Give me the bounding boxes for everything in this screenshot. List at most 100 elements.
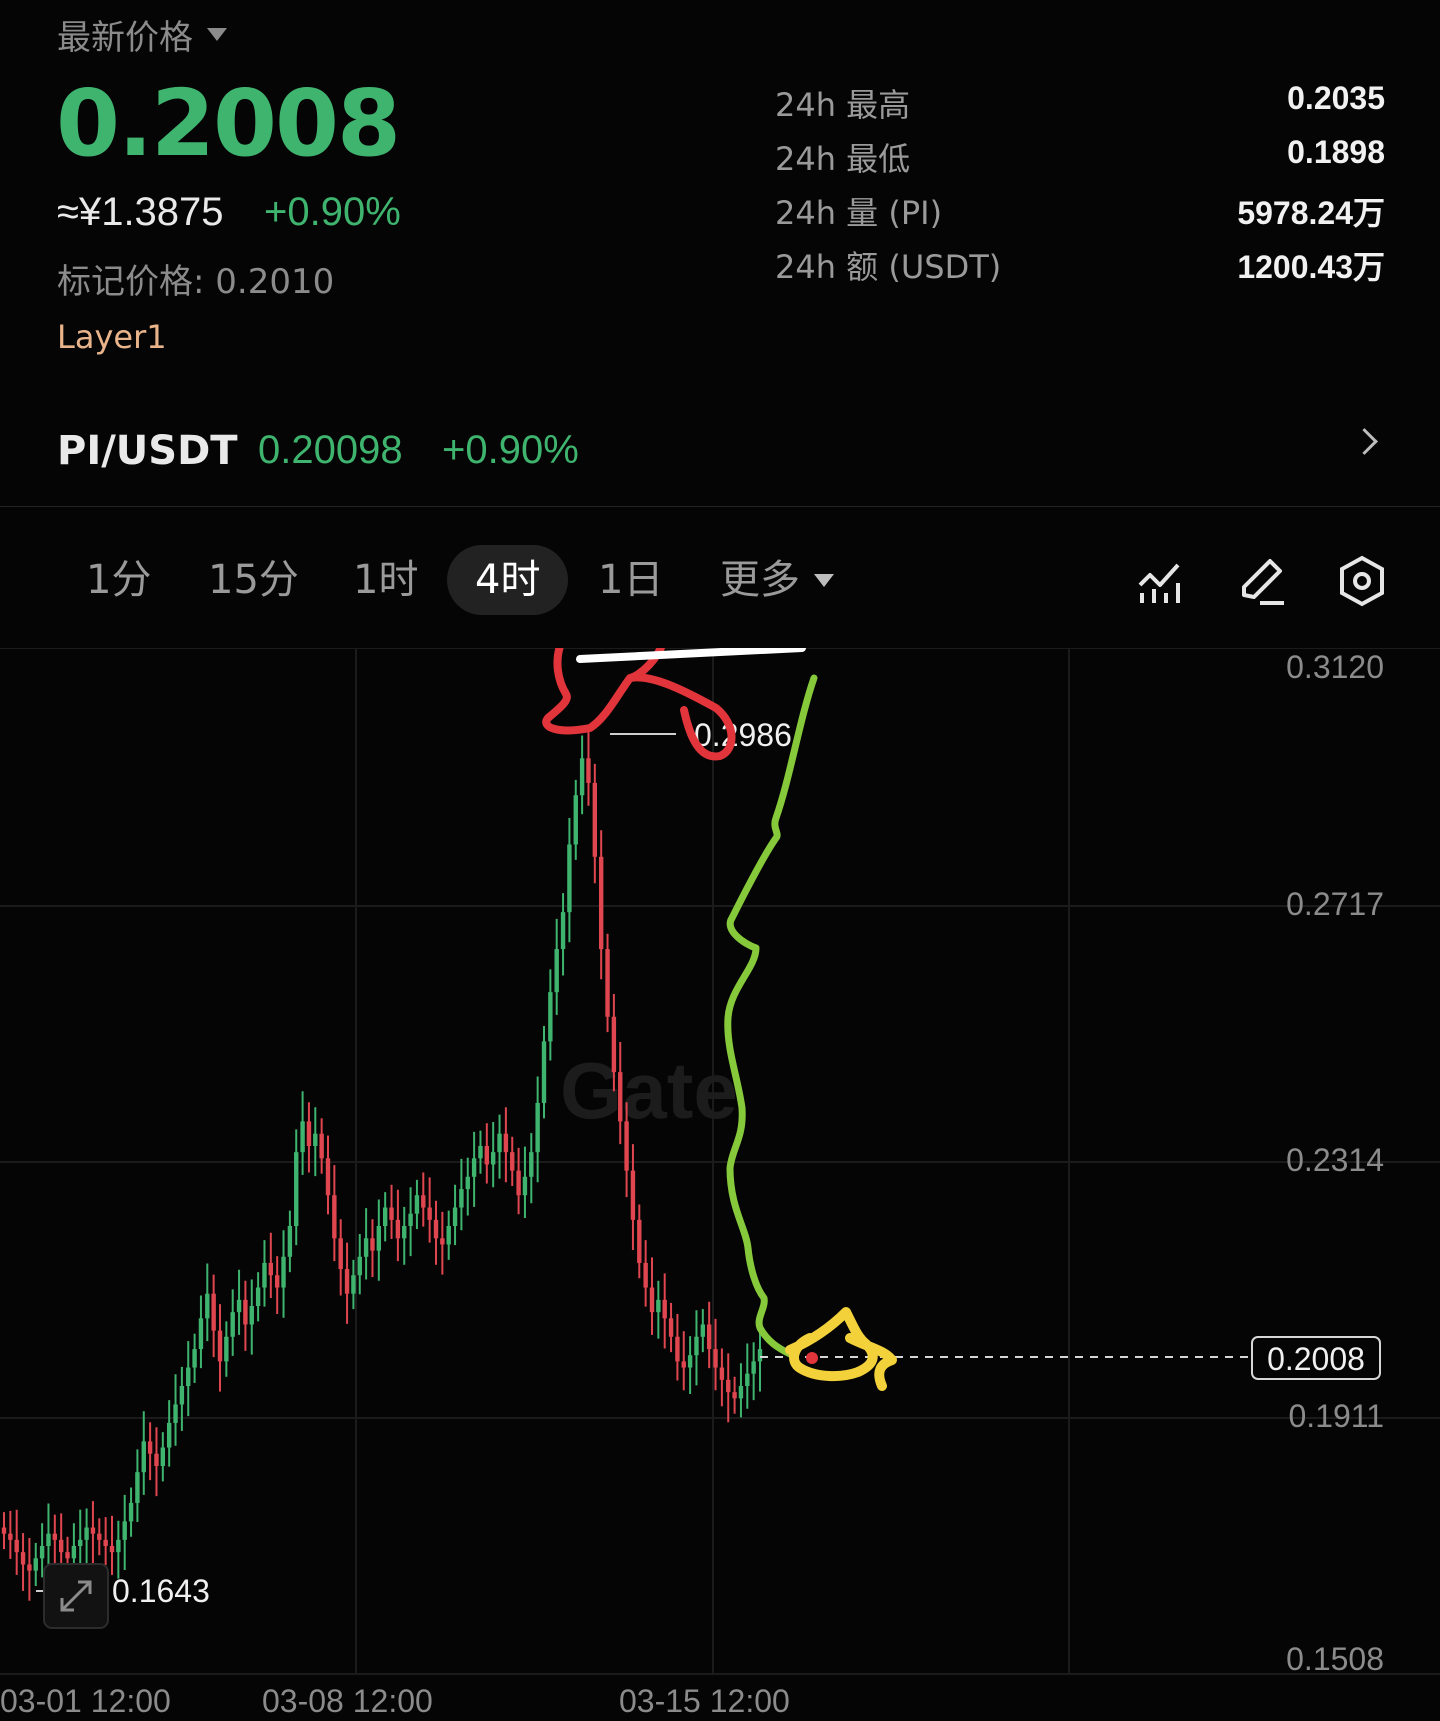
category-tag[interactable]: Layer1	[57, 318, 167, 356]
candle-body	[230, 1312, 235, 1337]
candle-body	[255, 1287, 261, 1306]
candle-body	[90, 1527, 96, 1534]
expand-chart-button[interactable]	[43, 1563, 109, 1629]
candle-body	[503, 1133, 509, 1153]
candle-body	[186, 1367, 191, 1386]
candle-body	[649, 1287, 655, 1313]
candle-body	[14, 1539, 19, 1553]
candle-body	[471, 1158, 477, 1177]
candlestick-chart[interactable]: Gate 0.3120 0.2717 0.2314 0.1911 0.1508 …	[0, 648, 1440, 1721]
candle-body	[745, 1373, 750, 1386]
candle-body	[618, 1072, 623, 1122]
candle-body	[624, 1121, 629, 1171]
draw-pen-icon[interactable]	[1236, 555, 1288, 607]
pair-symbol[interactable]: PI/USDT	[57, 428, 238, 474]
stat-label: 24h 最低	[775, 140, 911, 178]
caret-down-icon	[207, 28, 227, 41]
candle-body	[363, 1238, 369, 1257]
x-tick-label: 03-08 12:00	[262, 1683, 433, 1719]
candle-body	[217, 1330, 223, 1362]
candle-body	[97, 1533, 102, 1540]
stat-24h-low: 24h 最低 0.1898	[775, 134, 1385, 180]
candle-body	[389, 1207, 394, 1220]
stat-value: 1200.43万	[1237, 249, 1385, 285]
candle-body	[205, 1293, 210, 1319]
watermark: Gate	[560, 1046, 738, 1135]
candle-body	[751, 1361, 756, 1374]
candle-body	[351, 1275, 356, 1294]
candle-body	[414, 1195, 420, 1214]
settings-icon[interactable]	[1336, 555, 1388, 607]
y-tick-label: 0.1911	[1289, 1398, 1385, 1434]
high-price-label: 0.2986	[694, 717, 792, 753]
tab-4h[interactable]: 4时	[447, 545, 569, 615]
candle-body	[656, 1299, 661, 1313]
tab-15m[interactable]: 15分	[208, 545, 299, 615]
candle-body	[490, 1152, 496, 1165]
candle-body	[135, 1472, 140, 1503]
candle-body	[433, 1219, 439, 1239]
candle-body	[281, 1256, 286, 1288]
candles	[1, 728, 763, 1601]
candle-body	[20, 1552, 26, 1565]
candle-body	[719, 1367, 725, 1380]
candle-body	[274, 1275, 280, 1288]
tab-1d[interactable]: 1日	[598, 545, 663, 615]
candle-body	[681, 1361, 686, 1368]
candle-body	[459, 1189, 464, 1208]
indicator-icon[interactable]	[1134, 555, 1186, 607]
tab-1h[interactable]: 1时	[353, 545, 418, 615]
candle-body	[421, 1195, 426, 1208]
doodle-overlay	[542, 648, 897, 1391]
candle-body	[548, 992, 553, 1042]
y-tick-label: 0.2314	[1286, 1142, 1384, 1178]
stat-24h-turnover: 24h 额 (USDT) 1200.43万	[775, 242, 1385, 288]
candle-body	[738, 1386, 744, 1399]
candle-body	[338, 1238, 343, 1270]
candle-body	[173, 1404, 178, 1423]
candle-body	[675, 1336, 680, 1362]
candle-body	[586, 758, 591, 783]
stat-24h-high: 24h 最高 0.2035	[775, 80, 1385, 126]
candle-body	[687, 1355, 693, 1368]
latest-price-selector[interactable]: 最新价格	[57, 10, 227, 59]
stat-value: 0.2035	[1287, 80, 1385, 116]
candle-body	[579, 758, 585, 796]
candle-body	[39, 1546, 45, 1559]
candle-body	[33, 1558, 38, 1571]
tab-more[interactable]: 更多	[720, 545, 834, 615]
candle-body	[757, 1349, 763, 1362]
y-tick-label: 0.3120	[1286, 649, 1384, 685]
candle-body	[643, 1262, 648, 1288]
candle-body	[103, 1539, 108, 1546]
chevron-right-icon[interactable]	[1351, 428, 1378, 455]
candle-body	[84, 1527, 89, 1540]
low-price-label: 0.1643	[112, 1573, 210, 1609]
change-percent: +0.90%	[264, 190, 401, 234]
candle-body	[598, 856, 604, 950]
candle-body	[700, 1324, 706, 1337]
candle-body	[179, 1386, 185, 1405]
candle-body	[382, 1207, 388, 1226]
candle-body	[192, 1349, 197, 1368]
candle-body	[376, 1226, 382, 1251]
pair-change: +0.90%	[442, 428, 579, 472]
candle-body	[446, 1226, 451, 1245]
candle-body	[637, 1219, 642, 1263]
candle-body	[541, 1041, 547, 1103]
tab-1m[interactable]: 1分	[86, 545, 151, 615]
doodle-red-dot	[806, 1352, 818, 1364]
y-tick-label: 0.2717	[1286, 886, 1384, 922]
doodle-yellow-scribble	[785, 1307, 897, 1391]
candle-body	[560, 912, 566, 950]
candle-body	[408, 1213, 413, 1226]
candle-body	[319, 1133, 324, 1159]
candle-body	[46, 1533, 51, 1546]
candle-body	[535, 1102, 540, 1153]
stat-value: 0.1898	[1287, 134, 1385, 170]
caret-down-icon	[814, 573, 834, 587]
candle-body	[332, 1195, 337, 1239]
candle-body	[166, 1422, 172, 1448]
candle-body	[27, 1564, 32, 1571]
x-tick-label: 03-15 12:00	[619, 1683, 790, 1719]
